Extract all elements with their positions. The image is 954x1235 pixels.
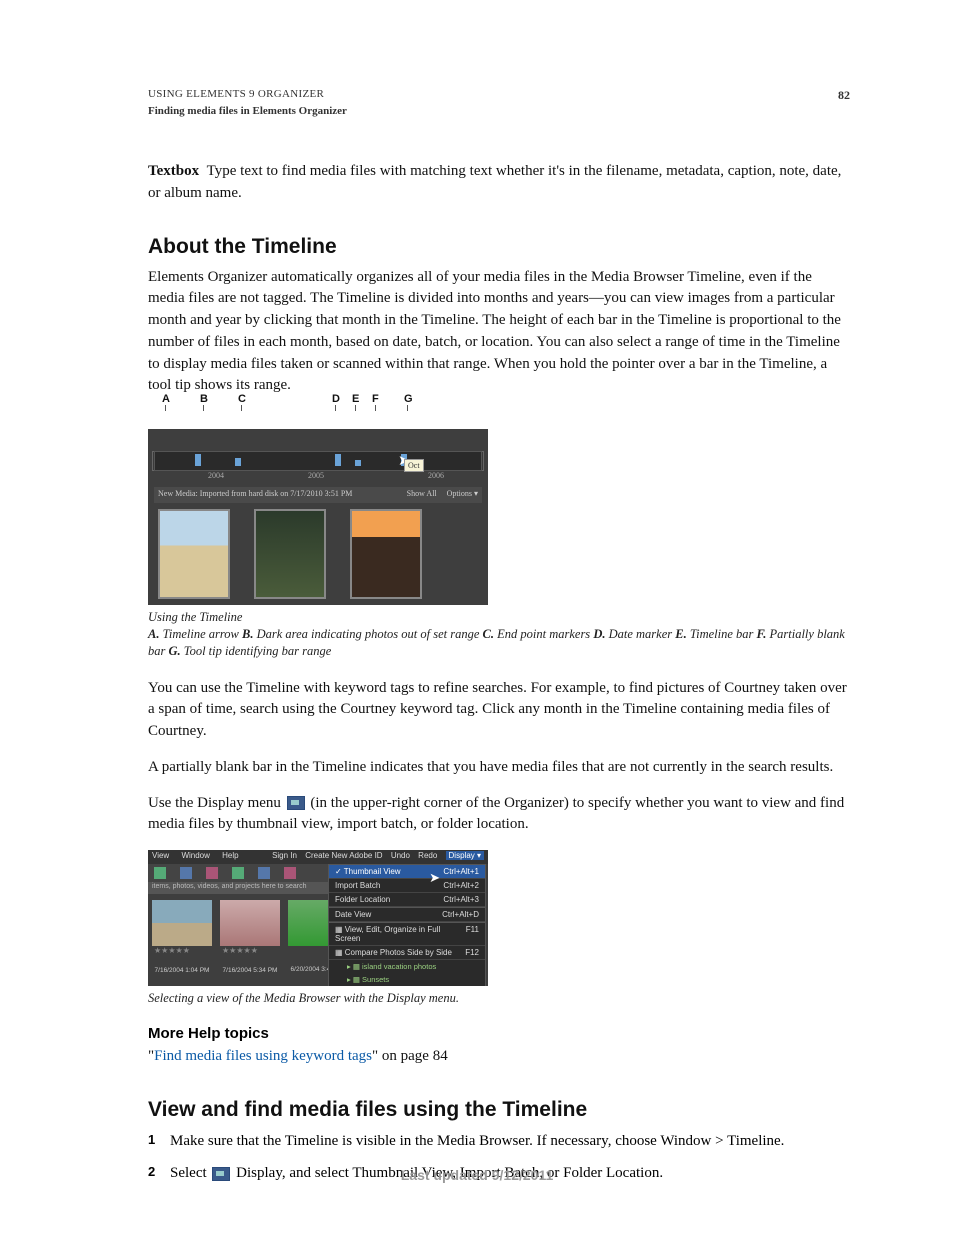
- sign-in-link[interactable]: Sign In: [272, 851, 297, 860]
- submenu-item[interactable]: ▸ ▦ Sunsets: [329, 973, 485, 986]
- display-icon: [287, 796, 305, 810]
- thumbnail[interactable]: [254, 509, 326, 599]
- figure-timeline-caption: Using the Timeline A. Timeline arrow B. …: [148, 609, 850, 660]
- link-find-keyword-tags[interactable]: Find media files using keyword tags: [154, 1048, 372, 1064]
- tool-icon[interactable]: [232, 867, 244, 879]
- figure-timeline: ABCDEFG ◀ ▶ ➤ Oct 2004 2005 2006 New Med…: [148, 411, 850, 605]
- intro-text: Type text to find media files with match…: [148, 163, 841, 201]
- figure-display-menu: View Window Help Sign In Create New Adob…: [148, 850, 850, 986]
- menu-item[interactable]: ✓ Thumbnail ViewCtrl+Alt+1: [329, 865, 485, 879]
- timeline-year: 2005: [308, 471, 324, 480]
- rating-stars[interactable]: ★★★★★: [152, 946, 212, 955]
- cursor-icon: ➤: [429, 870, 440, 886]
- callout-letter: B: [200, 393, 208, 405]
- menu-item[interactable]: ▦ Compare Photos Side by SideF12: [329, 946, 485, 960]
- tool-icon[interactable]: [154, 867, 166, 879]
- term-textbox: Textbox: [148, 163, 199, 179]
- timeline-bar[interactable]: [154, 451, 482, 471]
- about-timeline-p1: Elements Organizer automatically organiz…: [148, 267, 850, 398]
- display-dropdown: ✓ Thumbnail ViewCtrl+Alt+1 Import BatchC…: [328, 864, 486, 986]
- about-timeline-p2: You can use the Timeline with keyword ta…: [148, 678, 850, 743]
- step-1: 1Make sure that the Timeline is visible …: [148, 1130, 850, 1153]
- figure-display-caption: Selecting a view of the Media Browser wi…: [148, 990, 850, 1007]
- callout-letter: E: [352, 393, 359, 405]
- redo-button[interactable]: Redo: [418, 851, 437, 860]
- callout-letter: C: [238, 393, 246, 405]
- callout-letter: D: [332, 393, 340, 405]
- show-all-button[interactable]: Show All: [407, 489, 437, 498]
- toolbar: [148, 864, 328, 882]
- callout-letter: A: [162, 393, 170, 405]
- thumbnail[interactable]: [350, 509, 422, 599]
- doc-subtitle: Finding media files in Elements Organize…: [148, 105, 850, 117]
- display-button[interactable]: Display ▾: [446, 851, 484, 860]
- timeline-year: 2004: [208, 471, 224, 480]
- heading-about-timeline: About the Timeline: [148, 235, 850, 259]
- rating-stars[interactable]: ★★★★★: [220, 946, 280, 955]
- thumbnail[interactable]: ★★★★★ 7/16/2004 5:34 PM: [220, 900, 280, 974]
- menu-item[interactable]: Folder LocationCtrl+Alt+3: [329, 893, 485, 907]
- tool-icon[interactable]: [284, 867, 296, 879]
- more-help-link-line: "Find media files using keyword tags" on…: [148, 1046, 850, 1068]
- menu-item[interactable]: ▦ View, Edit, Organize in Full ScreenF11: [329, 923, 485, 946]
- thumbnail[interactable]: ★★★★★ 7/16/2004 1:04 PM: [152, 900, 212, 974]
- menu-view[interactable]: View: [152, 851, 169, 860]
- timeline-year: 2006: [428, 471, 444, 480]
- about-timeline-p3: A partially blank bar in the Timeline in…: [148, 757, 850, 779]
- create-id-link[interactable]: Create New Adobe ID: [305, 851, 382, 860]
- timeline-tooltip: Oct: [404, 459, 424, 472]
- thumbnail[interactable]: [158, 509, 230, 599]
- menu-window[interactable]: Window: [181, 851, 209, 860]
- thumb-date: 7/16/2004 1:04 PM: [152, 967, 212, 974]
- submenu-item[interactable]: ▸ ▦ island vacation photos: [329, 960, 485, 973]
- about-timeline-p4: Use the Display menu (in the upper-right…: [148, 793, 850, 837]
- tool-icon[interactable]: [258, 867, 270, 879]
- tool-icon[interactable]: [180, 867, 192, 879]
- page-number: 82: [838, 88, 850, 103]
- thumb-date: 7/16/2004 5:34 PM: [220, 967, 280, 974]
- tool-icon[interactable]: [206, 867, 218, 879]
- callout-letter: F: [372, 393, 379, 405]
- footer-last-updated: Last updated 9/12/2011: [0, 1167, 954, 1183]
- doc-title: USING ELEMENTS 9 ORGANIZER: [148, 88, 324, 100]
- search-input[interactable]: items, photos, videos, and projects here…: [148, 882, 328, 894]
- heading-more-help: More Help topics: [148, 1025, 850, 1042]
- timeline-status: New Media: Imported from hard disk on 7/…: [158, 489, 352, 501]
- callout-letter: G: [404, 393, 413, 405]
- intro-paragraph: Textbox Type text to find media files wi…: [148, 161, 850, 205]
- menu-item[interactable]: Date ViewCtrl+Alt+D: [329, 908, 485, 922]
- menu-item[interactable]: Import BatchCtrl+Alt+2: [329, 879, 485, 893]
- heading-view-find-timeline: View and find media files using the Time…: [148, 1098, 850, 1122]
- menu-help[interactable]: Help: [222, 851, 238, 860]
- options-button[interactable]: Options ▾: [447, 489, 478, 498]
- undo-button[interactable]: Undo: [391, 851, 410, 860]
